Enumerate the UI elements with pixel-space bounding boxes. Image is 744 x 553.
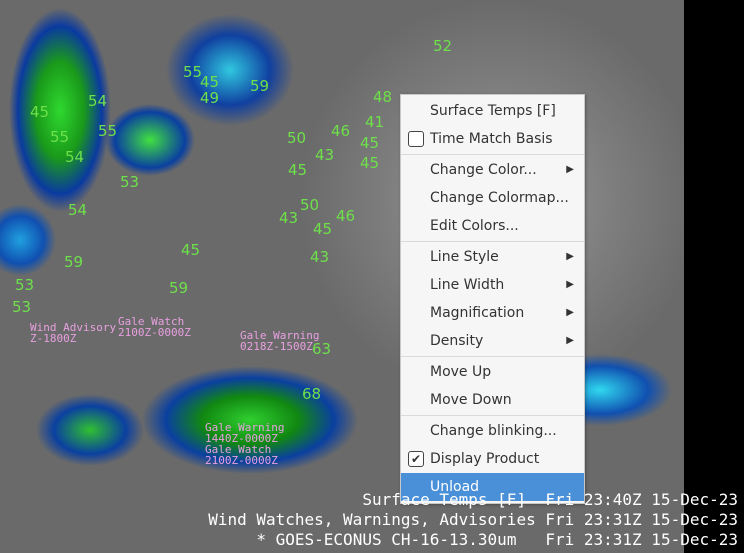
menu-item-change-colormap[interactable]: Change Colormap... <box>401 184 584 212</box>
menu-item-density[interactable]: Density ▶ <box>401 327 584 355</box>
temperature-label: 46 <box>331 122 351 140</box>
temperature-label: 59 <box>64 253 84 271</box>
temperature-label: 54 <box>65 148 85 166</box>
temperature-label: 45 <box>360 154 380 172</box>
menu-item-label: Move Down <box>430 392 512 408</box>
menu-separator <box>401 356 584 357</box>
menu-item-move-down[interactable]: Move Down <box>401 386 584 414</box>
temperature-label: 50 <box>300 196 320 214</box>
temperature-label: 46 <box>336 207 356 225</box>
temperature-label: 54 <box>88 92 108 110</box>
menu-item-label: Magnification <box>430 305 525 321</box>
menu-item-time-match-basis[interactable]: Time Match Basis <box>401 125 584 153</box>
submenu-arrow-icon: ▶ <box>566 279 574 290</box>
temperature-label: 50 <box>287 129 307 147</box>
warning-label: Wind Advisory Z-1800Z <box>30 321 117 345</box>
menu-item-label: Change blinking... <box>430 423 557 439</box>
temperature-label: 43 <box>279 209 299 227</box>
menu-item-label: Move Up <box>430 364 492 380</box>
menu-item-change-color[interactable]: Change Color... ▶ <box>401 156 584 184</box>
legend-line: Wind Watches, Warnings, Advisories Fri 2… <box>208 510 738 529</box>
temperature-label: 45 <box>288 161 308 179</box>
menu-item-label: Display Product <box>430 451 540 467</box>
menu-item-label: Line Style <box>430 249 499 265</box>
temperature-label: 53 <box>12 298 32 316</box>
temperature-label: 41 <box>365 113 385 131</box>
menu-item-label: Time Match Basis <box>430 131 553 147</box>
menu-item-move-up[interactable]: Move Up <box>401 358 584 386</box>
submenu-arrow-icon: ▶ <box>566 251 574 262</box>
submenu-arrow-icon: ▶ <box>566 335 574 346</box>
menu-item-line-style[interactable]: Line Style ▶ <box>401 243 584 271</box>
menu-separator <box>401 415 584 416</box>
menu-item-surface-temps-f[interactable]: Surface Temps [F] <box>401 97 584 125</box>
checkbox-icon[interactable] <box>408 131 424 147</box>
warning-label: Gale Warning 0218Z-1500Z <box>240 329 320 353</box>
menu-item-edit-colors[interactable]: Edit Colors... <box>401 212 584 240</box>
temperature-label: 45 <box>181 241 201 259</box>
menu-item-change-blinking[interactable]: Change blinking... <box>401 417 584 445</box>
temperature-label: 45 <box>30 103 50 121</box>
temperature-label: 52 <box>433 37 453 55</box>
temperature-label: 54 <box>68 201 88 219</box>
legend-line: * GOES-ECONUS CH-16-13.30um Fri 23:31Z 1… <box>256 530 738 549</box>
map-border <box>684 0 744 553</box>
menu-item-line-width[interactable]: Line Width ▶ <box>401 271 584 299</box>
menu-item-label: Line Width <box>430 277 505 293</box>
temperature-label: 68 <box>302 385 322 403</box>
menu-item-magnification[interactable]: Magnification ▶ <box>401 299 584 327</box>
menu-item-label: Edit Colors... <box>430 218 519 234</box>
temperature-label: 49 <box>200 89 220 107</box>
temperature-label: 59 <box>250 77 270 95</box>
menu-item-display-product[interactable]: ✔ Display Product <box>401 445 584 473</box>
submenu-arrow-icon: ▶ <box>566 164 574 175</box>
temperature-label: 53 <box>15 276 35 294</box>
temperature-label: 45 <box>360 134 380 152</box>
temperature-label: 55 <box>98 122 118 140</box>
temperature-label: 43 <box>310 248 330 266</box>
warning-label: Gale Watch 2100Z-0000Z <box>118 315 191 339</box>
menu-item-label: Density <box>430 333 484 349</box>
menu-separator <box>401 241 584 242</box>
menu-separator <box>401 154 584 155</box>
temperature-label: 45 <box>313 220 333 238</box>
legend-line: Surface Temps [F] Fri 23:40Z 15-Dec-23 <box>362 490 738 509</box>
temperature-label: 53 <box>120 173 140 191</box>
temperature-label: 59 <box>169 279 189 297</box>
temperature-label: 55 <box>50 128 70 146</box>
temperature-label: 43 <box>315 146 335 164</box>
temperature-label: 48 <box>373 88 393 106</box>
checkbox-checked-icon[interactable]: ✔ <box>408 451 424 467</box>
warning-label: Gale Warning 1440Z-0000Z Gale Watch 2100… <box>205 421 285 467</box>
menu-item-label: Change Color... <box>430 162 537 178</box>
menu-item-label: Change Colormap... <box>430 190 569 206</box>
menu-item-label: Surface Temps [F] <box>430 103 556 119</box>
submenu-arrow-icon: ▶ <box>566 307 574 318</box>
context-menu: Surface Temps [F] Time Match Basis Change … <box>400 94 585 504</box>
